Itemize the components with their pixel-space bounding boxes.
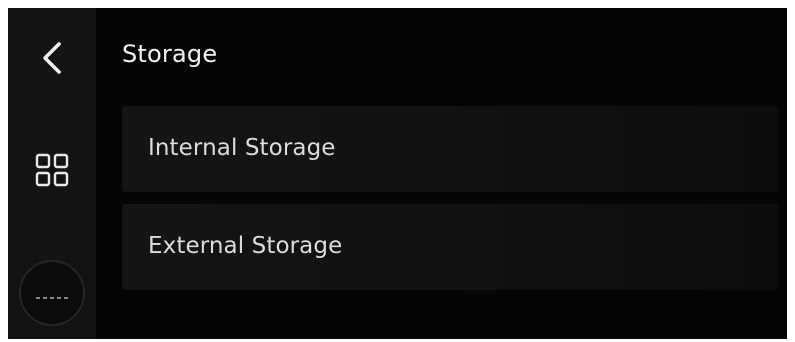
home-button[interactable] — [19, 260, 85, 326]
grid-icon — [35, 153, 69, 187]
sidebar — [8, 8, 96, 339]
settings-screen: Storage Internal Storage External Storag… — [8, 8, 787, 339]
external-storage-item[interactable]: External Storage — [122, 204, 779, 290]
back-button[interactable] — [26, 32, 78, 84]
apps-grid-button[interactable] — [28, 146, 76, 194]
home-circle-icon — [36, 297, 68, 299]
internal-storage-label: Internal Storage — [148, 135, 336, 161]
external-storage-label: External Storage — [148, 233, 343, 259]
chevron-left-icon — [43, 42, 61, 74]
internal-storage-item[interactable]: Internal Storage — [122, 106, 779, 192]
page-title: Storage — [122, 40, 218, 68]
